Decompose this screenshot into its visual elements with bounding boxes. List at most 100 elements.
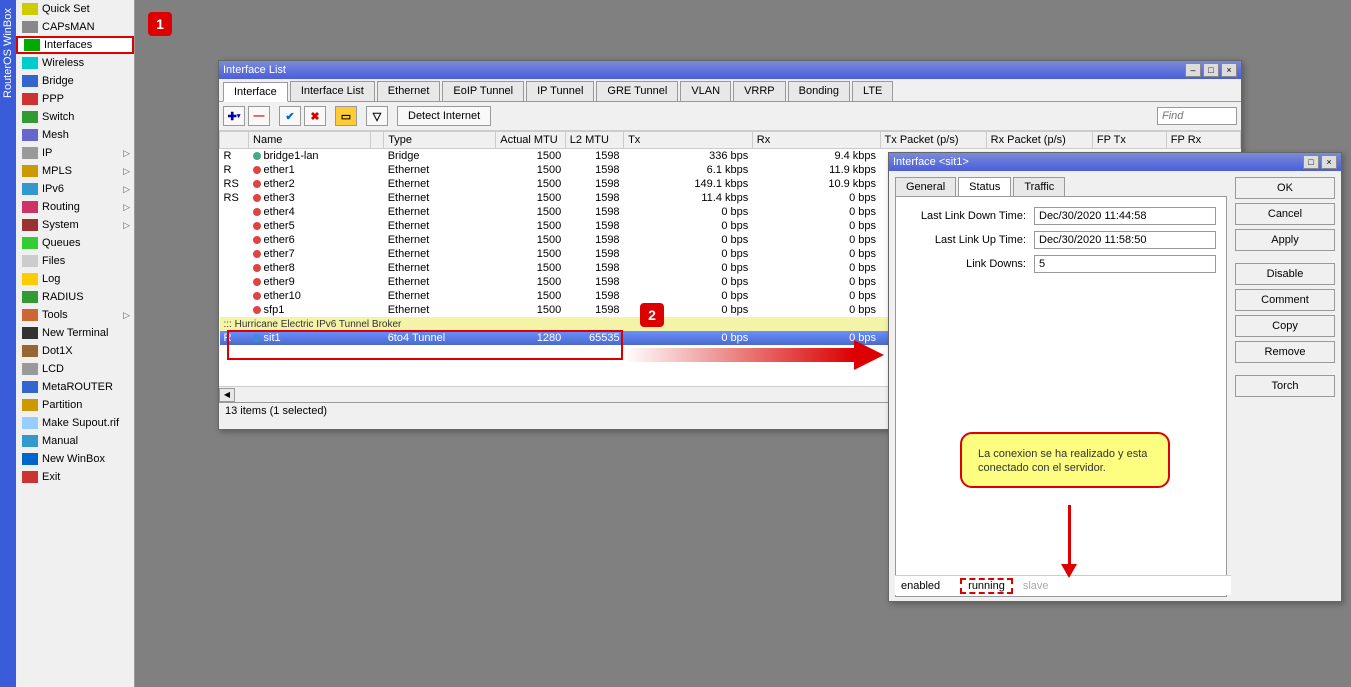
interface-type-icon [253, 222, 261, 230]
callout-text: La conexion se ha realizado y esta conec… [978, 448, 1147, 474]
cancel-button[interactable]: Cancel [1235, 203, 1335, 225]
menu-item-queues[interactable]: Queues [16, 234, 134, 252]
ok-button[interactable]: OK [1235, 177, 1335, 199]
minimize-button[interactable]: – [1185, 63, 1201, 77]
menu-item-lcd[interactable]: LCD [16, 360, 134, 378]
remove-button[interactable]: Remove [1235, 341, 1335, 363]
tab-ip-tunnel[interactable]: IP Tunnel [526, 81, 594, 101]
filter-button[interactable]: ▽ [366, 106, 388, 126]
menu-label: Mesh [42, 129, 69, 141]
tab-bonding[interactable]: Bonding [788, 81, 850, 101]
enable-button[interactable]: ✔ [279, 106, 301, 126]
column-header[interactable] [220, 132, 249, 149]
menu-icon [22, 453, 38, 465]
interface-type-icon [253, 250, 261, 258]
detail-tab-status[interactable]: Status [958, 177, 1011, 196]
menu-label: PPP [42, 93, 64, 105]
disable-button[interactable]: Disable [1235, 263, 1335, 285]
column-header[interactable]: FP Rx [1166, 132, 1240, 149]
close-button[interactable]: × [1321, 155, 1337, 169]
menu-label: New WinBox [42, 453, 105, 465]
menu-item-capsman[interactable]: CAPsMAN [16, 18, 134, 36]
titlebar[interactable]: Interface <sit1> □ × [889, 153, 1341, 171]
menu-label: Bridge [42, 75, 74, 87]
menu-item-files[interactable]: Files [16, 252, 134, 270]
menu-item-quick-set[interactable]: Quick Set [16, 0, 134, 18]
menu-item-log[interactable]: Log [16, 270, 134, 288]
menu-item-ip[interactable]: IP▷ [16, 144, 134, 162]
column-header[interactable]: Tx Packet (p/s) [880, 132, 986, 149]
titlebar[interactable]: Interface List – □ × [219, 61, 1241, 79]
menu-icon [22, 363, 38, 375]
menu-item-new-winbox[interactable]: New WinBox [16, 450, 134, 468]
tab-interface[interactable]: Interface [223, 82, 288, 102]
maximize-button[interactable]: □ [1203, 63, 1219, 77]
submenu-arrow-icon: ▷ [123, 148, 130, 159]
menu-label: MetaROUTER [42, 381, 113, 393]
menu-icon [22, 111, 38, 123]
menu-item-bridge[interactable]: Bridge [16, 72, 134, 90]
remove-button[interactable]: — [248, 106, 270, 126]
column-header[interactable]: Name [249, 132, 371, 149]
tab-vrrp[interactable]: VRRP [733, 81, 786, 101]
copy-button[interactable]: Copy [1235, 315, 1335, 337]
running-status: running [960, 578, 1013, 594]
menu-item-mesh[interactable]: Mesh [16, 126, 134, 144]
menu-item-ppp[interactable]: PPP [16, 90, 134, 108]
column-header[interactable]: FP Tx [1092, 132, 1166, 149]
menu-label: Partition [42, 399, 82, 411]
column-header[interactable]: L2 MTU [565, 132, 623, 149]
comment-button[interactable]: Comment [1235, 289, 1335, 311]
apply-button[interactable]: Apply [1235, 229, 1335, 251]
menu-label: Exit [42, 471, 60, 483]
comment-button[interactable]: ▭ [335, 106, 357, 126]
menu-item-metarouter[interactable]: MetaROUTER [16, 378, 134, 396]
interface-type-icon [253, 152, 261, 160]
tab-gre-tunnel[interactable]: GRE Tunnel [596, 81, 678, 101]
disable-button[interactable]: ✖ [304, 106, 326, 126]
menu-item-mpls[interactable]: MPLS▷ [16, 162, 134, 180]
menu-item-ipv6[interactable]: IPv6▷ [16, 180, 134, 198]
detail-tab-traffic[interactable]: Traffic [1013, 177, 1065, 196]
close-button[interactable]: × [1221, 63, 1237, 77]
menu-item-exit[interactable]: Exit [16, 468, 134, 486]
menu-item-partition[interactable]: Partition [16, 396, 134, 414]
menu-item-radius[interactable]: RADIUS [16, 288, 134, 306]
menu-item-system[interactable]: System▷ [16, 216, 134, 234]
menu-item-switch[interactable]: Switch [16, 108, 134, 126]
menu-item-interfaces[interactable]: Interfaces [16, 36, 134, 54]
tab-eoip-tunnel[interactable]: EoIP Tunnel [442, 81, 524, 101]
menu-item-dot1x[interactable]: Dot1X [16, 342, 134, 360]
column-header[interactable]: Rx [752, 132, 880, 149]
menu-icon [22, 183, 38, 195]
add-button[interactable]: ✚▾ [223, 106, 245, 126]
action-button-column: OK Cancel Apply Disable Comment Copy Remove Tor… [1235, 177, 1335, 597]
menu-item-routing[interactable]: Routing▷ [16, 198, 134, 216]
tab-vlan[interactable]: VLAN [680, 81, 731, 101]
detail-tab-bar: GeneralStatusTraffic [895, 177, 1227, 197]
menu-label: RADIUS [42, 291, 84, 303]
menu-item-tools[interactable]: Tools▷ [16, 306, 134, 324]
menu-item-manual[interactable]: Manual [16, 432, 134, 450]
detail-tab-general[interactable]: General [895, 177, 956, 196]
scroll-left-icon[interactable]: ◀ [219, 388, 235, 402]
tab-interface-list[interactable]: Interface List [290, 81, 375, 101]
tab-ethernet[interactable]: Ethernet [377, 81, 441, 101]
menu-icon [22, 129, 38, 141]
detect-internet-button[interactable]: Detect Internet [397, 106, 491, 126]
column-header[interactable]: Actual MTU [496, 132, 565, 149]
toolbar: ✚▾ — ✔ ✖ ▭ ▽ Detect Internet [219, 102, 1241, 131]
menu-item-new-terminal[interactable]: New Terminal [16, 324, 134, 342]
column-header[interactable]: Type [384, 132, 496, 149]
column-header[interactable]: Rx Packet (p/s) [986, 132, 1092, 149]
find-input[interactable] [1157, 107, 1237, 125]
tab-lte[interactable]: LTE [852, 81, 893, 101]
menu-icon [22, 147, 38, 159]
column-header[interactable]: Tx [624, 132, 753, 149]
menu-icon [22, 75, 38, 87]
maximize-button[interactable]: □ [1303, 155, 1319, 169]
column-header[interactable] [370, 132, 383, 149]
menu-item-make-supout-rif[interactable]: Make Supout.rif [16, 414, 134, 432]
torch-button[interactable]: Torch [1235, 375, 1335, 397]
menu-item-wireless[interactable]: Wireless [16, 54, 134, 72]
